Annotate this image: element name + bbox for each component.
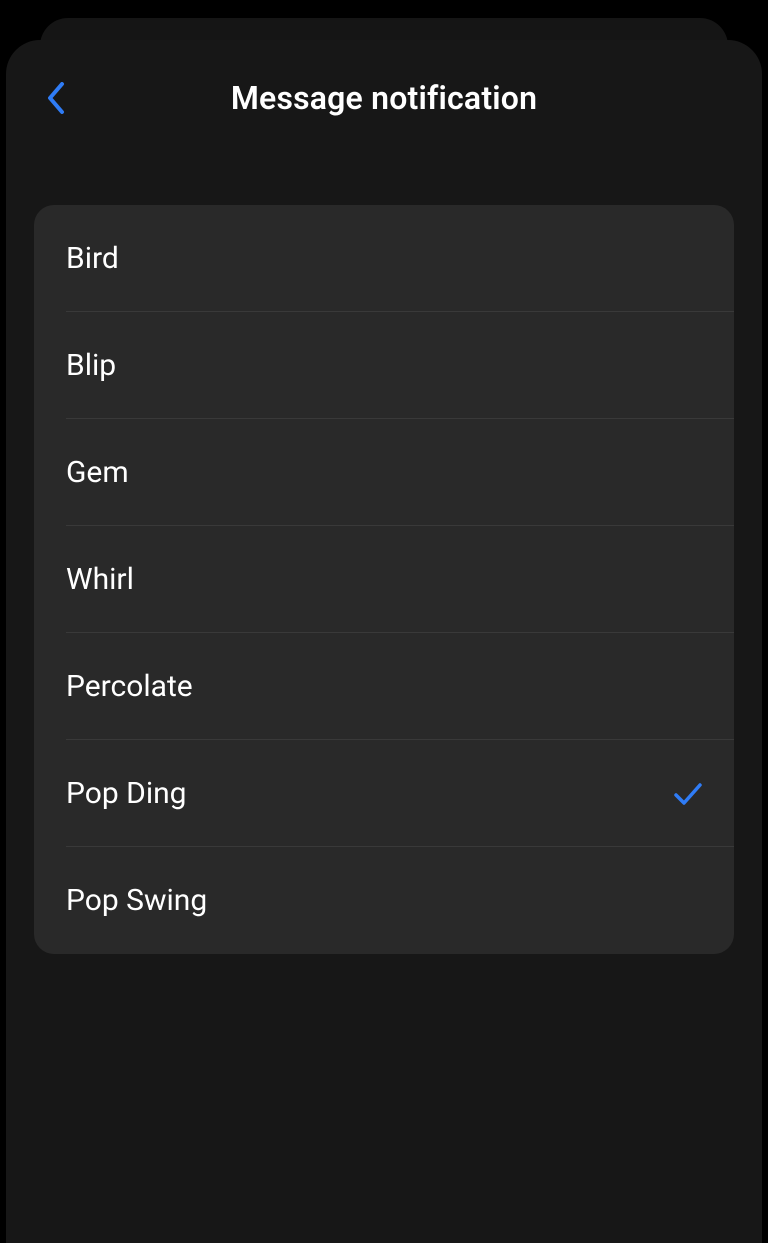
sound-option-label: Blip [66,348,116,383]
sound-option-label: Whirl [66,562,134,597]
sound-option-blip[interactable]: Blip [34,312,734,419]
header-bar: Message notification [6,40,762,155]
sound-option-percolate[interactable]: Percolate [34,633,734,740]
sound-option-label: Bird [66,241,119,276]
sound-option-label: Pop Ding [66,776,187,811]
settings-sheet: Message notification Bird Blip Gem [6,40,762,1243]
content-area: Bird Blip Gem Whirl [6,155,762,954]
sound-list: Bird Blip Gem Whirl [34,205,734,954]
sound-option-label: Gem [66,455,129,490]
sound-option-whirl[interactable]: Whirl [34,526,734,633]
sound-option-label: Percolate [66,669,193,704]
sound-option-label: Pop Swing [66,883,207,918]
sound-option-bird[interactable]: Bird [34,205,734,312]
check-icon [674,782,702,806]
back-button[interactable] [34,76,78,120]
sound-option-pop-ding[interactable]: Pop Ding [34,740,734,847]
sound-option-pop-swing[interactable]: Pop Swing [34,847,734,954]
chevron-left-icon [47,82,65,114]
page-title: Message notification [231,79,537,117]
sound-option-gem[interactable]: Gem [34,419,734,526]
